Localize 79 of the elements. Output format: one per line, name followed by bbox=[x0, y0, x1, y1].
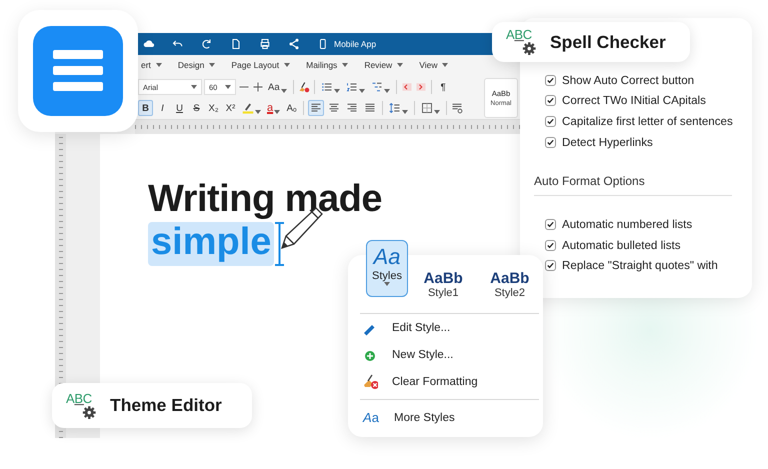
menu-item[interactable]: Aa More Styles bbox=[360, 404, 543, 431]
format-button[interactable]: X² bbox=[223, 100, 238, 116]
share-icon[interactable] bbox=[288, 38, 300, 50]
highlighter-icon[interactable] bbox=[242, 102, 254, 114]
checkbox[interactable] bbox=[545, 116, 556, 127]
format-button[interactable]: S bbox=[189, 100, 204, 116]
caret-icon bbox=[284, 62, 290, 66]
align-left-button[interactable] bbox=[308, 100, 324, 116]
checkbox-label: Detect Hyperlinks bbox=[562, 136, 653, 149]
styles-button[interactable]: Aa Styles bbox=[366, 240, 408, 297]
plus-icon[interactable] bbox=[252, 81, 264, 93]
checkbox[interactable] bbox=[545, 219, 556, 230]
checkbox-label: Capitalize first letter of sentences bbox=[562, 114, 733, 128]
cloud-icon[interactable] bbox=[143, 38, 155, 50]
style-sample-icon: Aa bbox=[362, 410, 380, 425]
ribbon-tab[interactable]: View bbox=[419, 60, 448, 70]
badge-label: ABC bbox=[506, 28, 532, 41]
align-right-icon bbox=[346, 102, 358, 114]
redo-icon[interactable] bbox=[201, 38, 213, 50]
ribbon-tab[interactable]: Mailings bbox=[306, 60, 348, 70]
decrease-indent-icon[interactable] bbox=[400, 81, 413, 93]
increase-indent-icon[interactable] bbox=[414, 81, 427, 93]
print-icon[interactable] bbox=[259, 38, 271, 50]
clear-format-button[interactable]: Aₒ bbox=[284, 100, 300, 116]
format-button[interactable]: U bbox=[172, 100, 187, 116]
numbered-list-icon[interactable] bbox=[346, 81, 358, 93]
borders-icon[interactable] bbox=[421, 102, 434, 114]
caret-icon bbox=[191, 85, 197, 89]
menu-item[interactable]: Clear Formatting bbox=[360, 368, 543, 395]
caret-icon bbox=[209, 62, 216, 66]
align-left-icon bbox=[310, 102, 322, 114]
checkbox[interactable] bbox=[545, 95, 556, 106]
bullet-list-icon[interactable] bbox=[320, 81, 333, 93]
multilevel-list-icon[interactable] bbox=[370, 81, 383, 93]
checkbox[interactable] bbox=[545, 136, 556, 148]
menu-item[interactable]: Edit Style... bbox=[360, 314, 543, 341]
caret-icon bbox=[156, 62, 162, 66]
phone-icon[interactable] bbox=[317, 38, 328, 50]
gear-icon bbox=[74, 402, 96, 420]
ribbon-tab[interactable]: Design bbox=[178, 60, 216, 70]
document-icon[interactable] bbox=[230, 38, 242, 50]
text-cursor-icon bbox=[274, 222, 286, 266]
format-button[interactable]: I bbox=[155, 100, 170, 116]
ribbon-tab[interactable]: Page Layout bbox=[231, 60, 290, 70]
checkbox-label: Replace "Straight quotes" with bbox=[562, 259, 718, 272]
panel-title: Spell Checker bbox=[550, 32, 666, 52]
align-center-icon bbox=[328, 102, 340, 114]
eraser-icon bbox=[362, 374, 378, 390]
panel-title: Theme Editor bbox=[110, 395, 222, 416]
app-icon bbox=[33, 26, 123, 116]
checkbox-label: Correct TWo INitial CApitals bbox=[562, 94, 706, 108]
selected-word: simple bbox=[148, 222, 274, 266]
ribbon-tab[interactable]: Review bbox=[364, 60, 404, 70]
device-label[interactable]: Mobile App bbox=[334, 39, 376, 49]
gear-icon bbox=[514, 39, 536, 56]
caret-icon bbox=[397, 62, 404, 66]
checkbox[interactable] bbox=[545, 74, 556, 86]
checkbox[interactable] bbox=[545, 260, 556, 272]
checkbox[interactable] bbox=[545, 240, 556, 251]
paragraph-mark-button[interactable]: ¶ bbox=[436, 79, 451, 95]
checkbox-label: Automatic bulleted lists bbox=[562, 238, 681, 252]
format-button[interactable]: X₂ bbox=[206, 100, 221, 116]
style-option[interactable]: AaBb Style1 bbox=[418, 270, 469, 298]
ribbon-tab[interactable]: ert bbox=[141, 60, 162, 70]
justify-icon bbox=[364, 102, 376, 114]
checkbox-label: Automatic numbered lists bbox=[562, 218, 692, 232]
paragraph-settings-icon[interactable] bbox=[451, 102, 464, 114]
checkbox-label: Show Auto Correct button bbox=[562, 74, 694, 87]
section-heading: Auto Format Options bbox=[534, 174, 732, 196]
style-option[interactable]: AaBb Style2 bbox=[484, 270, 536, 298]
format-button[interactable]: B bbox=[138, 100, 153, 116]
caret-icon bbox=[225, 85, 231, 89]
format-painter-icon[interactable] bbox=[298, 81, 310, 93]
caret-icon bbox=[442, 62, 448, 66]
line-spacing-icon[interactable] bbox=[389, 102, 402, 114]
menu-item[interactable]: New Style... bbox=[360, 341, 543, 368]
badge-label: ABC bbox=[66, 392, 92, 404]
caret-icon bbox=[384, 282, 390, 286]
caret-icon bbox=[342, 62, 348, 66]
